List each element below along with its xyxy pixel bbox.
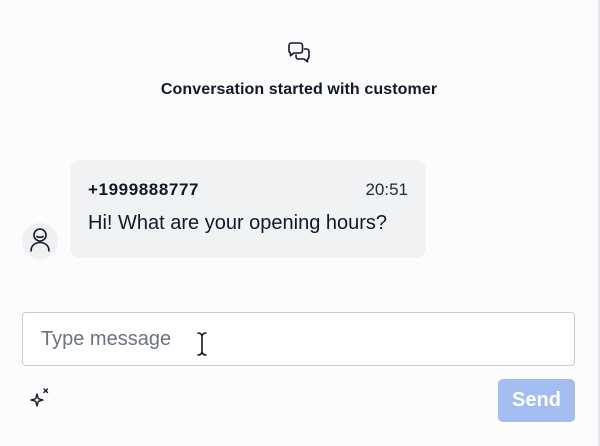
message-input[interactable]: [23, 313, 574, 365]
conversation-title: Conversation started with customer: [160, 81, 438, 98]
message-header: +1999888777 20:51: [88, 180, 408, 200]
avatar: [22, 223, 58, 259]
chat-bubbles-icon: [286, 40, 312, 66]
message-timestamp: 20:51: [365, 180, 408, 199]
message-sender: +1999888777: [88, 180, 200, 199]
conversation-header: Conversation started with customer: [0, 40, 598, 99]
user-icon: [27, 225, 53, 258]
sparkles-icon[interactable]: [28, 386, 52, 410]
message-bubble: +1999888777 20:51 Hi! What are your open…: [70, 160, 426, 258]
message-text: Hi! What are your opening hours?: [88, 212, 388, 234]
message-input-box[interactable]: [22, 312, 575, 366]
send-button[interactable]: Send: [498, 379, 575, 422]
